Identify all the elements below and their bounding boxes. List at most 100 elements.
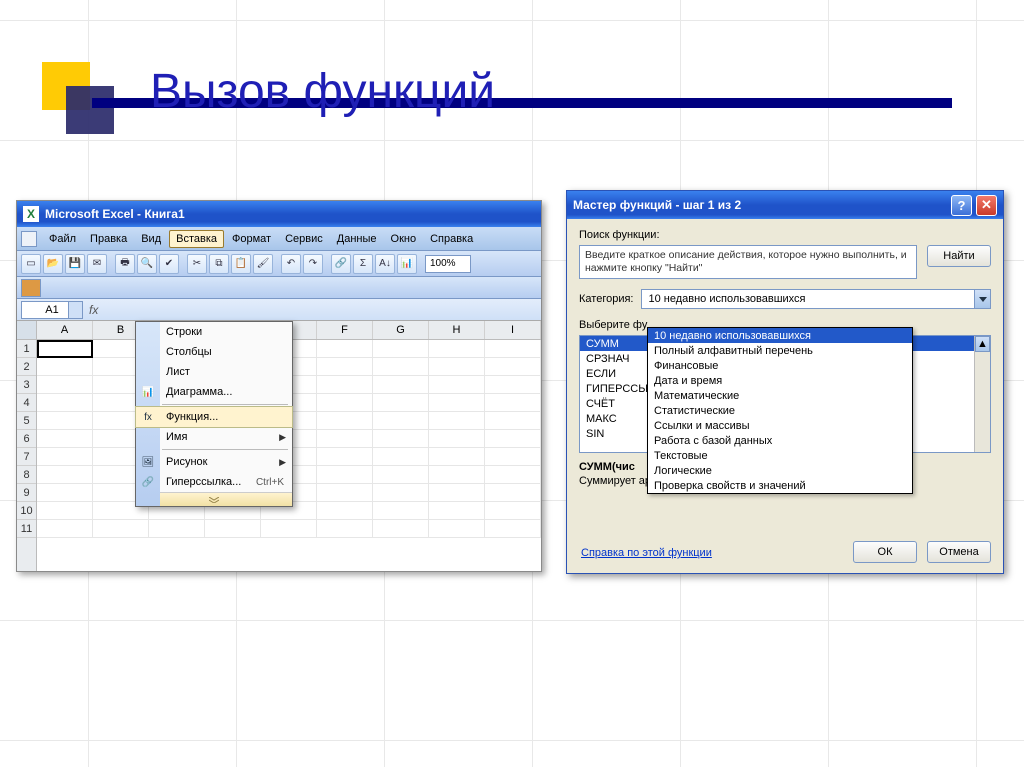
scrollbar[interactable]: ▲: [974, 336, 990, 452]
menu-item-hyperlink[interactable]: 🔗Гиперссылка...Ctrl+K: [136, 472, 292, 492]
search-input[interactable]: Введите краткое описание действия, котор…: [579, 245, 917, 279]
slide-title: Вызов функций: [150, 64, 495, 119]
row-header[interactable]: 7: [17, 448, 36, 466]
standard-toolbar: ▭ 📂 💾 ✉ 🖶 🔍 ✔ ✂ ⧉ 📋 🖌 ↶ ↷ 🔗 Σ A↓ 📊 100%: [17, 251, 541, 277]
menu-window[interactable]: Окно: [385, 231, 423, 247]
category-dropdown-list[interactable]: 10 недавно использовавшихся Полный алфав…: [647, 327, 913, 494]
spell-icon[interactable]: ✔: [159, 254, 179, 274]
insert-dropdown-menu[interactable]: Строки Столбцы Лист 📊Диаграмма... fxФунк…: [135, 321, 293, 507]
menu-tools[interactable]: Сервис: [279, 231, 329, 247]
list-item[interactable]: Статистические: [648, 403, 912, 418]
row-header[interactable]: 10: [17, 502, 36, 520]
slide-logo: [42, 62, 130, 150]
menu-edit[interactable]: Правка: [84, 231, 133, 247]
list-item[interactable]: 10 недавно использовавшихся: [648, 328, 912, 343]
workbook-icon: [21, 231, 37, 247]
list-item[interactable]: Логические: [648, 463, 912, 478]
copy-icon[interactable]: ⧉: [209, 254, 229, 274]
name-box-value: A1: [45, 304, 58, 316]
list-item[interactable]: Математические: [648, 388, 912, 403]
cut-icon[interactable]: ✂: [187, 254, 207, 274]
menu-view[interactable]: Вид: [135, 231, 167, 247]
menu-separator: [162, 449, 288, 450]
permission-icon[interactable]: ✉: [87, 254, 107, 274]
redo-icon[interactable]: ↷: [303, 254, 323, 274]
wizard-titlebar[interactable]: Мастер функций - шаг 1 из 2 ? ✕: [567, 191, 1003, 219]
list-item[interactable]: Полный алфавитный перечень: [648, 343, 912, 358]
new-icon[interactable]: ▭: [21, 254, 41, 274]
list-item[interactable]: Финансовые: [648, 358, 912, 373]
row-header[interactable]: 1: [17, 340, 36, 358]
save-icon[interactable]: 💾: [65, 254, 85, 274]
open-icon[interactable]: 📂: [43, 254, 63, 274]
submenu-arrow-icon: ▶: [279, 457, 286, 468]
category-select[interactable]: 10 недавно использовавшихся: [641, 289, 991, 309]
hyperlink-icon[interactable]: 🔗: [331, 254, 351, 274]
picture-icon: 🖼: [140, 454, 156, 470]
find-button[interactable]: Найти: [927, 245, 991, 267]
menu-file[interactable]: Файл: [43, 231, 82, 247]
pdf-icon[interactable]: [21, 279, 41, 297]
list-item[interactable]: Дата и время: [648, 373, 912, 388]
list-item[interactable]: Текстовые: [648, 448, 912, 463]
chevron-down-icon: [974, 290, 990, 308]
scroll-up-icon[interactable]: ▲: [975, 336, 990, 352]
format-painter-icon[interactable]: 🖌: [253, 254, 273, 274]
column-header[interactable]: H: [429, 321, 485, 339]
column-header[interactable]: A: [37, 321, 93, 339]
chart-icon: 📊: [140, 384, 156, 400]
print-icon[interactable]: 🖶: [115, 254, 135, 274]
ok-button[interactable]: ОК: [853, 541, 917, 563]
row-header[interactable]: 3: [17, 376, 36, 394]
row-header[interactable]: 2: [17, 358, 36, 376]
secondary-toolbar: [17, 277, 541, 299]
autosum-icon[interactable]: Σ: [353, 254, 373, 274]
sort-asc-icon[interactable]: A↓: [375, 254, 395, 274]
column-header[interactable]: G: [373, 321, 429, 339]
menu-data[interactable]: Данные: [331, 231, 383, 247]
fx-icon[interactable]: fx: [89, 303, 98, 317]
list-item[interactable]: Ссылки и массивы: [648, 418, 912, 433]
close-button[interactable]: ✕: [976, 195, 997, 216]
help-button[interactable]: ?: [951, 195, 972, 216]
menu-item-function[interactable]: fxФункция...: [136, 407, 292, 427]
sheet-area: 1 2 3 4 5 6 7 8 9 10 11 A B C D E F G H …: [17, 321, 541, 571]
row-headers: 1 2 3 4 5 6 7 8 9 10 11: [17, 321, 37, 571]
row-header[interactable]: 9: [17, 484, 36, 502]
menu-help[interactable]: Справка: [424, 231, 479, 247]
list-item[interactable]: Работа с базой данных: [648, 433, 912, 448]
excel-app-icon: [23, 206, 39, 222]
row-header[interactable]: 5: [17, 412, 36, 430]
menu-insert[interactable]: Вставка: [169, 230, 224, 248]
name-box[interactable]: A1: [21, 301, 83, 319]
column-header[interactable]: F: [317, 321, 373, 339]
excel-window: Microsoft Excel - Книга1 Файл Правка Вид…: [16, 200, 542, 572]
cell-a1[interactable]: [37, 340, 93, 358]
row-header[interactable]: 4: [17, 394, 36, 412]
name-box-dropdown-icon[interactable]: [68, 302, 82, 318]
menu-item-chart[interactable]: 📊Диаграмма...: [136, 382, 292, 402]
row-header[interactable]: 8: [17, 466, 36, 484]
undo-icon[interactable]: ↶: [281, 254, 301, 274]
hyperlink-icon: 🔗: [140, 474, 156, 490]
column-header[interactable]: I: [485, 321, 541, 339]
select-all-cell[interactable]: [17, 321, 36, 340]
menu-item-rows[interactable]: Строки: [136, 322, 292, 342]
menu-item-picture[interactable]: 🖼Рисунок▶: [136, 452, 292, 472]
list-item[interactable]: Проверка свойств и значений: [648, 478, 912, 493]
menu-separator: [162, 404, 288, 405]
row-header[interactable]: 6: [17, 430, 36, 448]
excel-menubar[interactable]: Файл Правка Вид Вставка Формат Сервис Да…: [17, 227, 541, 251]
chart-icon[interactable]: 📊: [397, 254, 417, 274]
category-value: 10 недавно использовавшихся: [648, 293, 805, 305]
menu-item-columns[interactable]: Столбцы: [136, 342, 292, 362]
menu-format[interactable]: Формат: [226, 231, 277, 247]
menu-item-name[interactable]: Имя▶: [136, 427, 292, 447]
help-link[interactable]: Справка по этой функции: [581, 547, 712, 559]
menu-item-sheet[interactable]: Лист: [136, 362, 292, 382]
zoom-select[interactable]: 100%: [425, 255, 471, 273]
paste-icon[interactable]: 📋: [231, 254, 251, 274]
preview-icon[interactable]: 🔍: [137, 254, 157, 274]
cancel-button[interactable]: Отмена: [927, 541, 991, 563]
row-header[interactable]: 11: [17, 520, 36, 538]
